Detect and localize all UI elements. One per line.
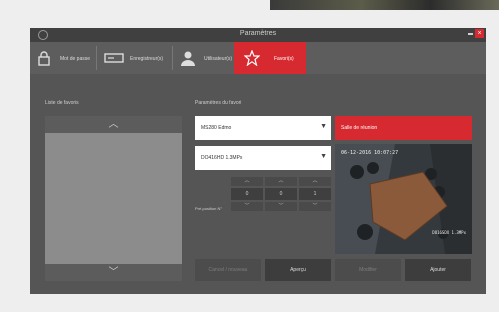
preposition-digit[interactable]: 0: [265, 188, 297, 200]
camera-select-value: DO416HD 1.3MPx: [201, 155, 243, 161]
tab-label: Favori(s): [274, 56, 294, 62]
stepper-down-button[interactable]: ﹀: [265, 202, 297, 211]
dropdown-arrow-icon: ▼: [320, 123, 327, 130]
background-photo: [270, 0, 499, 10]
favorite-settings-label: Paramètres du favori: [195, 100, 242, 106]
tab-bar: Mot de passe Enregistreur(s) Utilisateur…: [30, 42, 486, 74]
camera-timestamp: 06-12-2016 10:07:27: [341, 150, 399, 156]
favorite-name-input[interactable]: Salle de réunion: [335, 116, 472, 140]
scroll-up-button[interactable]: ︿: [45, 116, 182, 133]
tab-divider: [172, 46, 173, 70]
camera-select[interactable]: DO416HD 1.3MPx ▼: [195, 146, 331, 170]
recorder-icon: [104, 53, 124, 63]
favorites-list[interactable]: ︿ ﹀: [45, 116, 182, 281]
tab-label: Enregistreur(s): [130, 56, 164, 62]
scroll-down-button[interactable]: ﹀: [45, 264, 182, 281]
camera-id-overlay: DO16SDX 1.3MPx: [432, 230, 466, 235]
preposition-steppers: ︿ ︿ ︿ 0 0 1 ﹀ ﹀ ﹀: [231, 177, 331, 211]
camera-preview: 06-12-2016 10:07:27 DO16SDX 1.3MPx: [335, 144, 472, 254]
padlock-icon: [38, 51, 50, 66]
modify-button[interactable]: Modifier: [335, 259, 401, 281]
tab-label: Utilisateur(s): [204, 56, 233, 62]
camera-feed-image: [335, 144, 472, 254]
minimize-button[interactable]: [468, 33, 473, 35]
star-icon: [244, 50, 260, 66]
user-icon: [181, 51, 195, 66]
tab-password[interactable]: Mot de passe: [30, 42, 94, 74]
new-button[interactable]: Cancel / nouveau: [195, 259, 261, 281]
tab-label: Mot de passe: [60, 56, 91, 62]
settings-window: Paramètres × Mot de passe Enregistreur(s…: [30, 28, 486, 294]
stepper-down-button[interactable]: ﹀: [231, 202, 263, 211]
stepper-up-button[interactable]: ︿: [231, 177, 263, 186]
preposition-label: Pré-position N°: [195, 206, 222, 211]
title-bar: Paramètres ×: [30, 28, 486, 42]
favorite-name-value: Salle de réunion: [341, 125, 378, 131]
dropdown-arrow-icon: ▼: [320, 153, 327, 160]
stepper-up-button[interactable]: ︿: [299, 177, 331, 186]
tab-favorites[interactable]: Favori(s): [234, 42, 306, 74]
preposition-digit[interactable]: 1: [299, 188, 331, 200]
tab-recorders[interactable]: Enregistreur(s): [98, 42, 170, 74]
add-button[interactable]: Ajouter: [405, 259, 471, 281]
tab-users[interactable]: Utilisateur(s): [174, 42, 234, 74]
favorites-list-label: Liste de favoris: [45, 100, 79, 106]
recorder-select[interactable]: MS280 Edmo ▼: [195, 116, 331, 140]
stepper-up-button[interactable]: ︿: [265, 177, 297, 186]
close-button[interactable]: ×: [475, 29, 484, 38]
stepper-down-button[interactable]: ﹀: [299, 202, 331, 211]
preview-button[interactable]: Aperçu: [265, 259, 331, 281]
preposition-digit[interactable]: 0: [231, 188, 263, 200]
recorder-select-value: MS280 Edmo: [201, 125, 232, 131]
window-title: Paramètres: [239, 30, 277, 37]
tab-divider: [96, 46, 97, 70]
